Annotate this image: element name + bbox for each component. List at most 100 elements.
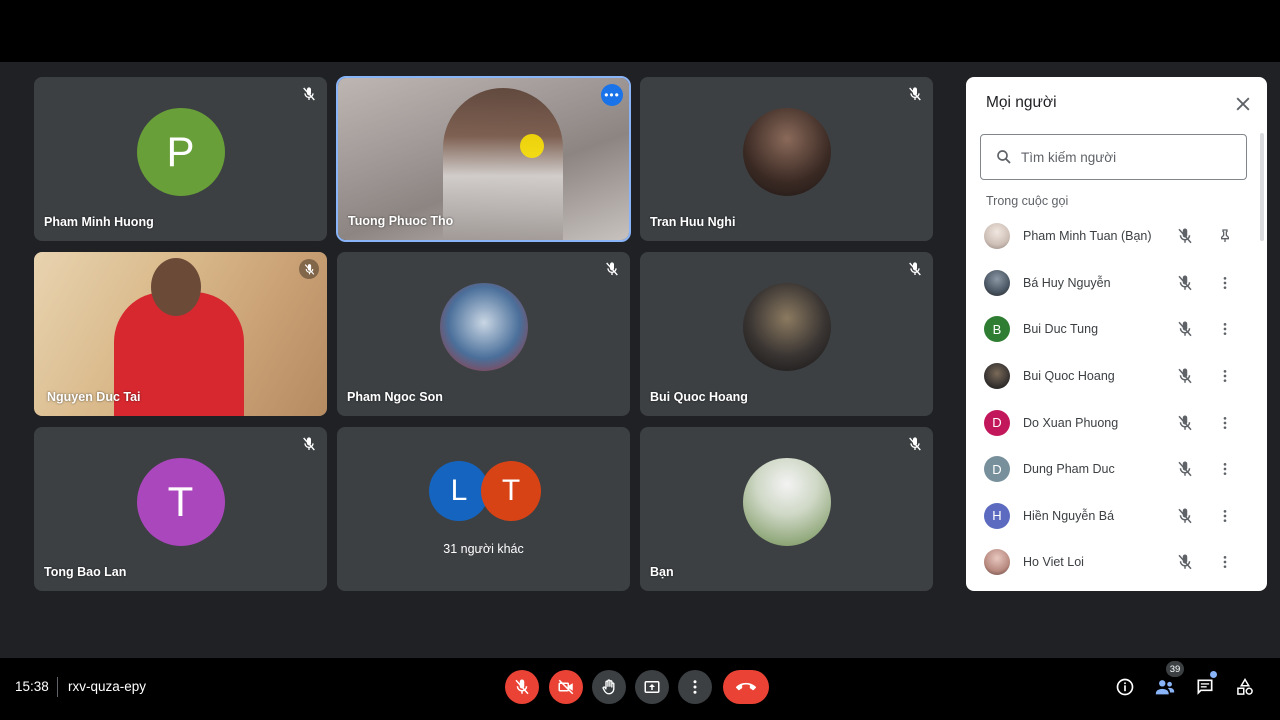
person-name: Bui Quoc Hoang (1023, 369, 1115, 384)
active-speaker-tile[interactable]: ••• Tuong Phuoc Tho (336, 76, 631, 242)
person-avatar: B (984, 316, 1010, 343)
more-options-button[interactable] (1216, 460, 1234, 478)
chat-button[interactable] (1194, 676, 1216, 698)
participant-name: Nguyen Duc Tai (47, 390, 141, 404)
more-options-button[interactable] (1216, 507, 1234, 525)
participant-avatar: P (136, 107, 225, 196)
person-name: Bá Huy Nguyễn (1023, 275, 1111, 290)
control-bar: 15:38 rxv-quza-epy 39 (0, 658, 1280, 720)
others-tile[interactable]: L T 31 người khác (337, 427, 630, 591)
more-vert-icon (1223, 416, 1227, 429)
meeting-code: rxv-quza-epy (68, 679, 147, 694)
participants-count-badge: 39 (1166, 661, 1184, 677)
more-options-button[interactable] (1216, 414, 1234, 432)
participant-tile[interactable]: Bui Quoc Hoang (640, 252, 933, 416)
hand-icon (602, 679, 615, 695)
mic-off-icon (907, 86, 923, 102)
more-options-button[interactable] (678, 670, 712, 704)
people-button[interactable] (1154, 676, 1176, 698)
participant-name: Tong Bao Lan (44, 565, 127, 579)
people-search[interactable] (980, 134, 1247, 180)
mic-off-icon (299, 259, 319, 279)
person-avatar: D (984, 456, 1010, 483)
person-name: Hiền Nguyễn Bá (1023, 508, 1115, 523)
list-item[interactable]: Bui Quoc Hoang (966, 353, 1256, 400)
mic-off-icon (301, 436, 317, 452)
more-options-button[interactable] (1216, 320, 1234, 338)
mic-off-icon (907, 436, 923, 452)
participant-avatar-photo (439, 282, 528, 371)
participant-avatar-photo (742, 107, 831, 196)
person-avatar-photo (984, 549, 1010, 576)
people-list: Pham Minh Tuan (Bạn) Bá Huy Nguyễn B Bui… (966, 213, 1256, 586)
list-item[interactable]: D Do Xuan Phuong (966, 399, 1256, 446)
section-header: Trong cuộc gọi (986, 194, 1069, 208)
leave-call-button[interactable] (723, 670, 769, 704)
chat-icon (1197, 679, 1213, 695)
person-avatar: D (984, 409, 1010, 436)
more-options-button[interactable] (1216, 274, 1234, 292)
people-icon (1155, 680, 1175, 695)
mic-off-icon (515, 679, 529, 695)
mic-off-icon (604, 261, 620, 277)
participant-tile[interactable]: Nguyen Duc Tai (34, 252, 327, 416)
participant-name: Pham Minh Huong (44, 215, 154, 229)
list-item[interactable]: H Hiền Nguyễn Bá (966, 493, 1256, 540)
close-panel-button[interactable] (1233, 94, 1253, 114)
mic-off-icon (301, 86, 317, 102)
tile-more-button[interactable]: ••• (601, 84, 623, 106)
clock: 15:38 (15, 679, 49, 694)
activities-button[interactable] (1234, 676, 1256, 698)
person-avatar-photo (984, 363, 1010, 390)
mic-off-icon (1176, 227, 1194, 245)
others-count-label: 31 người khác (443, 542, 524, 556)
mic-off-icon (1176, 553, 1194, 571)
participant-tile[interactable]: Tran Huu Nghi (640, 77, 933, 241)
more-vert-icon (1223, 370, 1227, 383)
raise-hand-button[interactable] (592, 670, 626, 704)
list-item[interactable]: D Dung Pham Duc (966, 446, 1256, 493)
self-tile[interactable]: Bạn (640, 427, 933, 591)
video-person (443, 88, 563, 240)
participant-tile[interactable]: T Tong Bao Lan (34, 427, 327, 591)
search-icon (997, 150, 1011, 164)
participant-avatar-photo (742, 457, 831, 546)
more-vert-icon (1223, 323, 1227, 336)
info-icon (1116, 678, 1134, 696)
mic-off-icon (907, 261, 923, 277)
divider (57, 677, 58, 697)
person-name: Dung Pham Duc (1023, 462, 1115, 477)
present-icon (644, 681, 660, 693)
panel-scrollbar[interactable] (1260, 133, 1264, 241)
participant-name: Pham Ngoc Son (347, 390, 443, 404)
present-screen-button[interactable] (635, 670, 669, 704)
search-input[interactable] (1021, 149, 1221, 165)
mic-off-icon (1176, 367, 1194, 385)
more-options-button[interactable] (1216, 553, 1234, 571)
close-icon (1236, 97, 1250, 111)
others-avatar: L (429, 461, 489, 521)
list-item[interactable]: Ho Viet Loi (966, 539, 1256, 586)
hang-up-icon (736, 682, 756, 691)
more-options-button[interactable] (1216, 367, 1234, 385)
mic-off-icon (1176, 320, 1194, 338)
list-item[interactable]: B Bui Duc Tung (966, 306, 1256, 353)
participant-tile[interactable]: Pham Ngoc Son (337, 252, 630, 416)
list-item[interactable]: Pham Minh Tuan (Bạn) (966, 213, 1256, 260)
meeting-info-button[interactable] (1114, 676, 1136, 698)
more-vert-icon (1223, 509, 1227, 522)
person-avatar: H (984, 502, 1010, 529)
others-avatar: T (481, 461, 541, 521)
pin-button[interactable] (1216, 227, 1234, 245)
mic-off-icon (1176, 460, 1194, 478)
list-item[interactable]: Bá Huy Nguyễn (966, 260, 1256, 307)
person-avatar-photo (984, 223, 1010, 250)
mic-toggle-button[interactable] (505, 670, 539, 704)
cursor-highlight (520, 134, 544, 158)
camera-toggle-button[interactable] (549, 670, 583, 704)
panel-title: Mọi người (986, 94, 1057, 111)
participant-avatar: T (136, 457, 225, 546)
participant-tile[interactable]: P Pham Minh Huong (34, 77, 327, 241)
participant-name: Bui Quoc Hoang (650, 390, 748, 404)
camera-off-icon (558, 679, 574, 695)
